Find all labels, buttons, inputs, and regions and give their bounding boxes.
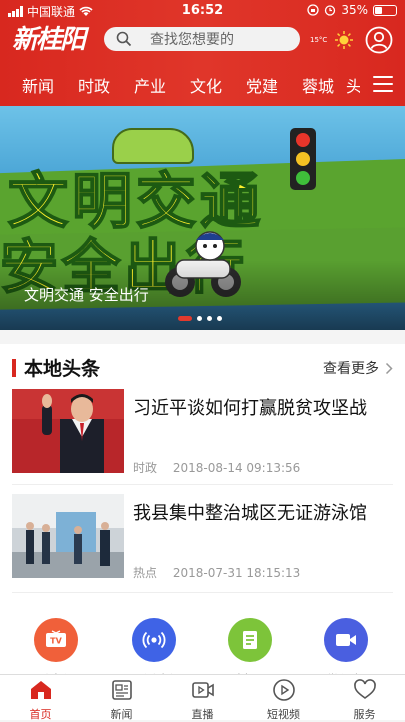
sun-icon xyxy=(335,31,353,49)
search-icon xyxy=(116,31,132,47)
battery-icon xyxy=(373,4,397,16)
news-thumbnail xyxy=(12,389,124,473)
status-bar: 中国联通 16:52 35% xyxy=(0,0,405,22)
news-headline: 我县集中整治城区无证游泳馆 xyxy=(133,503,367,524)
divider xyxy=(12,484,393,485)
section-title: 本地头条 xyxy=(24,358,101,380)
bottom-tab-bar: 首页 新闻 直播 短视频 服务 xyxy=(0,674,405,721)
profile-icon[interactable] xyxy=(365,26,393,54)
bottom-tab-home[interactable]: 首页 xyxy=(0,675,81,721)
see-more-link[interactable]: 查看更多 xyxy=(323,358,393,378)
quick-link-radio[interactable]: 听广播 xyxy=(124,618,184,689)
news-thumbnail xyxy=(12,494,124,578)
alarm-icon xyxy=(325,5,336,16)
banner-caption: 文明交通 安全出行 xyxy=(24,286,149,304)
carousel-dot xyxy=(217,316,222,321)
carousel-dot xyxy=(207,316,212,321)
news-headline: 习近平谈如何打赢脱贫攻坚战 xyxy=(133,398,367,419)
quick-link-micro-video[interactable]: 微视频 xyxy=(316,618,376,689)
news-meta: 时政 2018-08-14 09:13:56 xyxy=(133,459,300,476)
see-more-label: 查看更多 xyxy=(323,361,379,377)
weather-temperature: 15°C xyxy=(310,36,328,44)
news-category: 热点 xyxy=(133,566,158,580)
quick-link-tv[interactable]: TV 看电视 xyxy=(26,618,86,689)
svg-text:TV: TV xyxy=(50,637,62,646)
play-icon xyxy=(273,679,295,701)
search-placeholder: 查找您想要的 xyxy=(150,32,234,48)
quick-link-newspaper[interactable]: 读报刊 xyxy=(220,618,280,689)
car-illustration xyxy=(112,128,194,164)
tab-overflow[interactable]: 头 xyxy=(346,73,360,97)
news-icon xyxy=(112,680,132,700)
weather-widget[interactable]: 15°C xyxy=(310,27,354,53)
divider xyxy=(12,592,393,593)
bottom-tab-service[interactable]: 服务 xyxy=(324,675,405,721)
carousel-indicator xyxy=(178,316,222,321)
live-icon xyxy=(192,682,214,698)
tab-rongcheng[interactable]: 蓉城 xyxy=(290,73,346,97)
traffic-light-illustration xyxy=(290,128,316,190)
tab-industry[interactable]: 产业 xyxy=(122,73,178,97)
battery-percent: 35% xyxy=(341,3,368,17)
lock-rotation-icon xyxy=(307,4,319,16)
app-logo[interactable]: 新桂阳 xyxy=(12,24,100,56)
banner-carousel[interactable]: 文明交通 安全出行 文明交通 安全出行 xyxy=(0,106,405,330)
newspaper-icon xyxy=(228,618,272,662)
bottom-tab-live[interactable]: 直播 xyxy=(162,675,243,721)
channel-nav: 新闻 时政 产业 文化 党建 蓉城 头 xyxy=(0,63,405,106)
video-camera-icon xyxy=(324,618,368,662)
carousel-dot xyxy=(197,316,202,321)
tab-politics[interactable]: 时政 xyxy=(66,73,122,97)
search-bar[interactable]: 查找您想要的 xyxy=(104,27,300,51)
home-icon xyxy=(31,681,51,699)
news-category: 时政 xyxy=(133,461,158,475)
bottom-tab-short-video[interactable]: 短视频 xyxy=(243,675,324,721)
tab-news[interactable]: 新闻 xyxy=(10,73,66,97)
radio-icon xyxy=(132,618,176,662)
news-item[interactable]: 我县集中整治城区无证游泳馆 热点 2018-07-31 18:15:13 xyxy=(12,494,393,580)
news-meta: 热点 2018-07-31 18:15:13 xyxy=(133,564,300,581)
tv-icon: TV xyxy=(34,618,78,662)
news-date: 2018-08-14 09:13:56 xyxy=(172,461,301,475)
local-headlines-section: 本地头条 查看更多 习近平谈如何打赢脱贫攻坚战 时政 2018-08-14 09… xyxy=(0,344,405,689)
carousel-dot-active xyxy=(178,316,192,321)
section-accent-bar xyxy=(12,358,16,377)
chevron-right-icon xyxy=(385,362,393,374)
tab-culture[interactable]: 文化 xyxy=(178,73,234,97)
heart-icon xyxy=(354,679,376,699)
tab-party-building[interactable]: 党建 xyxy=(234,73,290,97)
channel-menu-icon[interactable] xyxy=(373,76,393,92)
section-header: 本地头条 xyxy=(12,354,100,381)
news-item[interactable]: 习近平谈如何打赢脱贫攻坚战 时政 2018-08-14 09:13:56 xyxy=(12,389,393,475)
bottom-tab-news[interactable]: 新闻 xyxy=(81,675,162,721)
status-indicators: 35% xyxy=(307,3,397,17)
news-date: 2018-07-31 18:15:13 xyxy=(172,566,301,580)
